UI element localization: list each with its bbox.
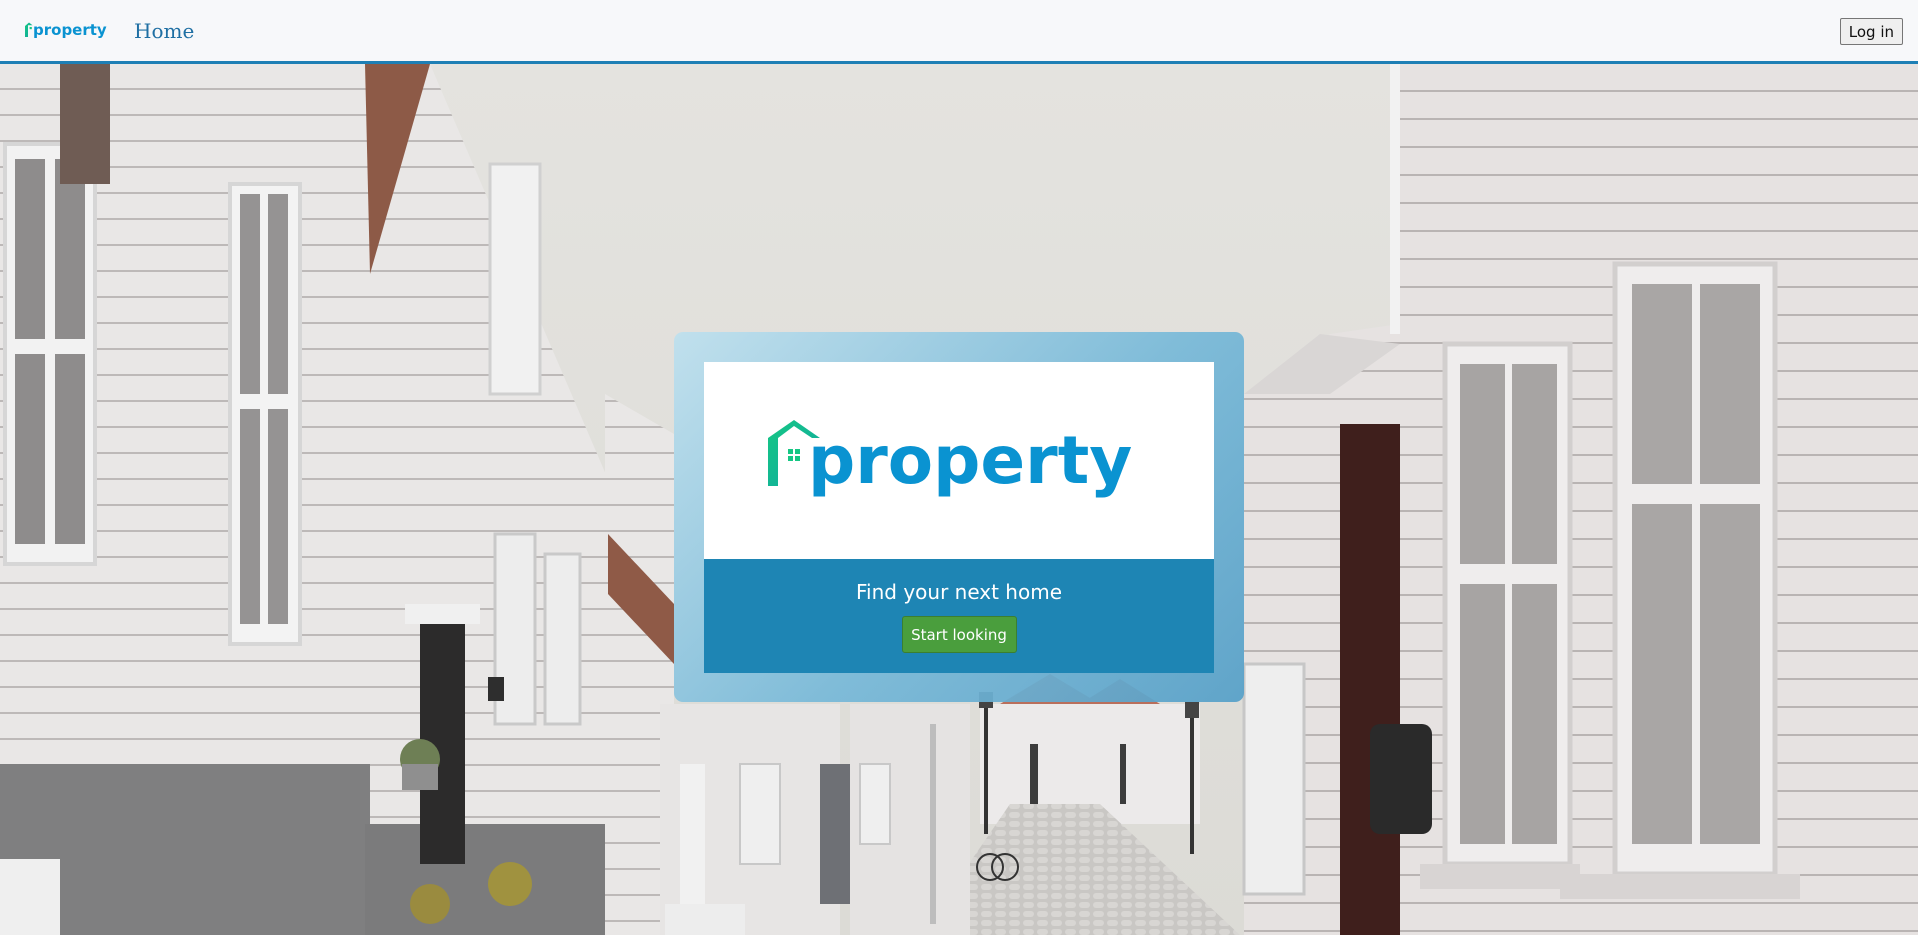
hero-tagline: Find your next home	[855, 580, 1063, 604]
house-roof-icon: property	[25, 21, 107, 39]
navbar-logo[interactable]: property	[24, 16, 108, 46]
hero-logo-text: property	[808, 422, 1132, 499]
navbar-logo-text: property	[33, 21, 107, 39]
top-navbar: property Home Log in	[0, 0, 1918, 64]
hero-cta-panel: Find your next home Start looking	[704, 559, 1214, 673]
login-button[interactable]: Log in	[1839, 18, 1903, 45]
hero-card: property Find your next home Start looki…	[674, 332, 1244, 702]
hero-logo-panel: property	[704, 362, 1214, 559]
nav-home-link[interactable]: Home	[134, 19, 194, 43]
property-logo: property	[768, 419, 1132, 499]
window-icon	[788, 448, 800, 461]
start-looking-button[interactable]: Start looking	[901, 616, 1017, 653]
